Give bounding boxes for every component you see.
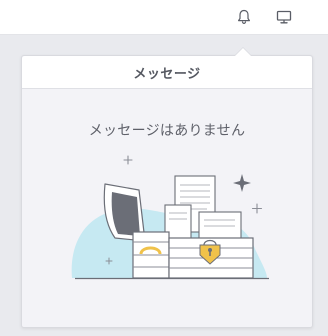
- empty-chest-illustration: [71, 155, 269, 280]
- empty-state-message: メッセージはありません: [88, 123, 246, 139]
- bell-icon: [238, 9, 250, 25]
- sparkle-icon: [251, 203, 263, 214]
- messages-popover: メッセージ メッセージはありません: [21, 47, 313, 328]
- display-button[interactable]: [271, 4, 297, 30]
- top-bar: [0, 0, 328, 35]
- monitor-icon: [276, 10, 292, 24]
- sparkle-icon: [123, 155, 133, 165]
- popover-title: メッセージ: [22, 56, 312, 89]
- notifications-button[interactable]: [231, 4, 257, 30]
- sparkle-icon: [233, 174, 251, 192]
